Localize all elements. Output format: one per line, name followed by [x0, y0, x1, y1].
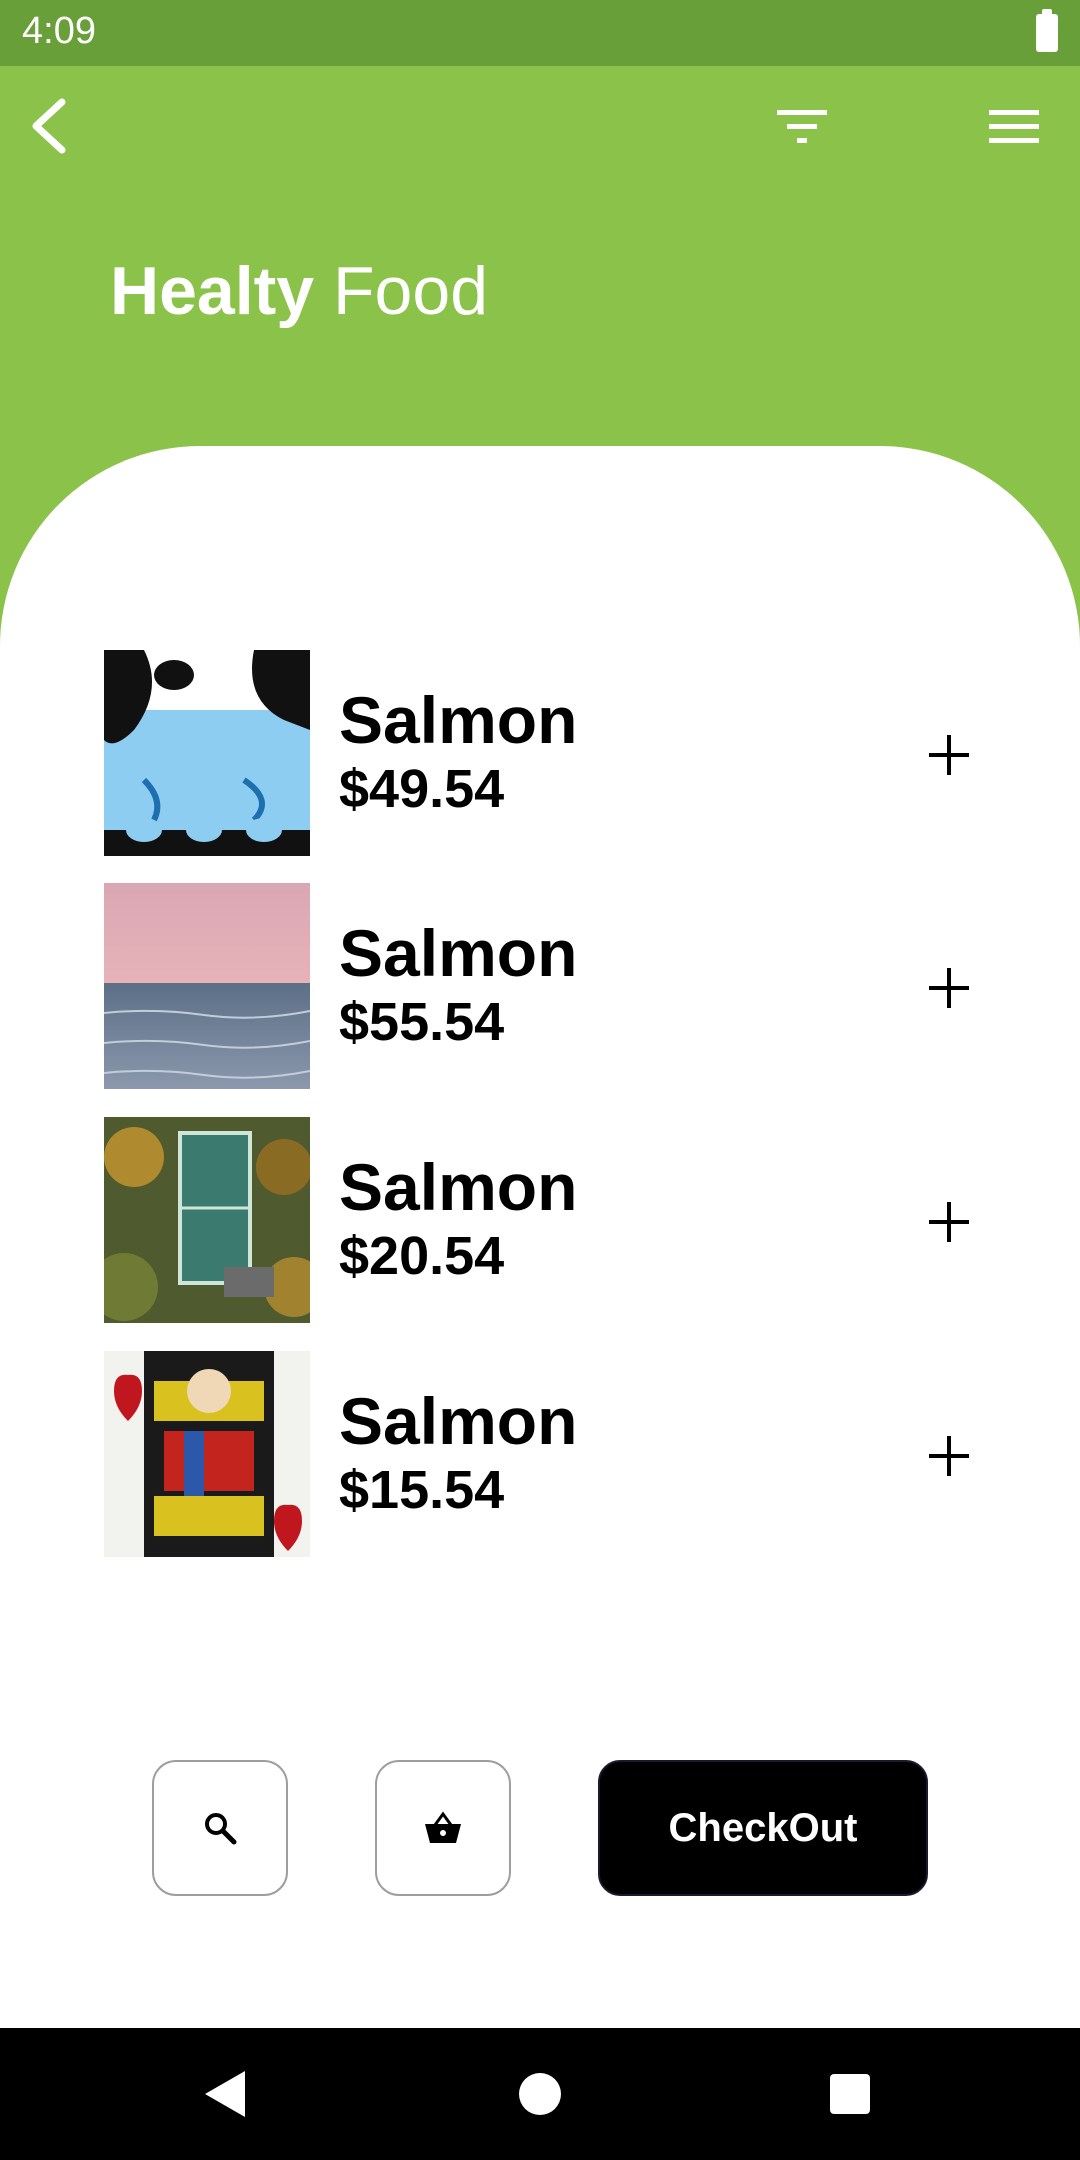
- item-name: Salmon: [339, 1384, 578, 1458]
- list-item[interactable]: Salmon $55.54: [104, 883, 1004, 1089]
- status-bar: 4:09: [0, 0, 1080, 66]
- nav-recents-button[interactable]: [814, 2058, 886, 2130]
- filter-button[interactable]: [762, 86, 842, 166]
- item-name: Salmon: [339, 683, 578, 757]
- status-time: 4:09: [22, 10, 96, 52]
- nav-back-button[interactable]: [189, 2058, 261, 2130]
- menu-button[interactable]: [974, 86, 1054, 166]
- circle-home-icon: [519, 2073, 561, 2115]
- plus-icon: [929, 1436, 969, 1476]
- item-name: Salmon: [339, 1150, 578, 1224]
- list-item[interactable]: Salmon $15.54: [104, 1351, 1004, 1557]
- battery-icon: [1036, 9, 1058, 52]
- page-title-bold: Healty: [110, 253, 315, 329]
- add-button[interactable]: [904, 710, 994, 800]
- item-name: Salmon: [339, 916, 578, 990]
- filter-icon: [777, 110, 827, 143]
- item-price: $49.54: [339, 759, 505, 819]
- add-button[interactable]: [904, 1411, 994, 1501]
- basket-button[interactable]: [375, 1760, 511, 1896]
- plus-icon: [929, 1202, 969, 1242]
- square-recents-icon: [830, 2074, 870, 2114]
- list-item[interactable]: Salmon $20.54: [104, 1117, 1004, 1323]
- page-title-light: Food: [333, 253, 489, 329]
- plus-icon: [929, 968, 969, 1008]
- list-item[interactable]: Salmon $49.54: [104, 650, 1004, 856]
- system-nav-bar: [0, 2028, 1080, 2160]
- page-title: Healty Food: [110, 252, 488, 330]
- item-price: $55.54: [339, 992, 505, 1052]
- product-image-playing-card: [104, 1351, 310, 1557]
- basket-icon: [425, 1811, 461, 1843]
- checkout-button[interactable]: CheckOut: [598, 1760, 928, 1896]
- toolbar: [0, 66, 1080, 176]
- add-button[interactable]: [904, 943, 994, 1033]
- hamburger-menu-icon: [989, 110, 1039, 143]
- triangle-back-icon: [205, 2071, 245, 2117]
- add-button[interactable]: [904, 1177, 994, 1267]
- plus-icon: [929, 735, 969, 775]
- bottom-actions: CheckOut: [0, 1760, 1080, 1896]
- item-price: $20.54: [339, 1226, 505, 1286]
- chevron-left-icon: [32, 98, 66, 154]
- nav-home-button[interactable]: [504, 2058, 576, 2130]
- back-button[interactable]: [10, 86, 90, 166]
- product-image-sea-at-dusk: [104, 883, 310, 1089]
- search-button[interactable]: [152, 1760, 288, 1896]
- item-price: $15.54: [339, 1460, 505, 1520]
- product-image-aerial-field: [104, 1117, 310, 1323]
- product-image-blue-abstract: [104, 650, 310, 856]
- search-icon: [205, 1813, 237, 1845]
